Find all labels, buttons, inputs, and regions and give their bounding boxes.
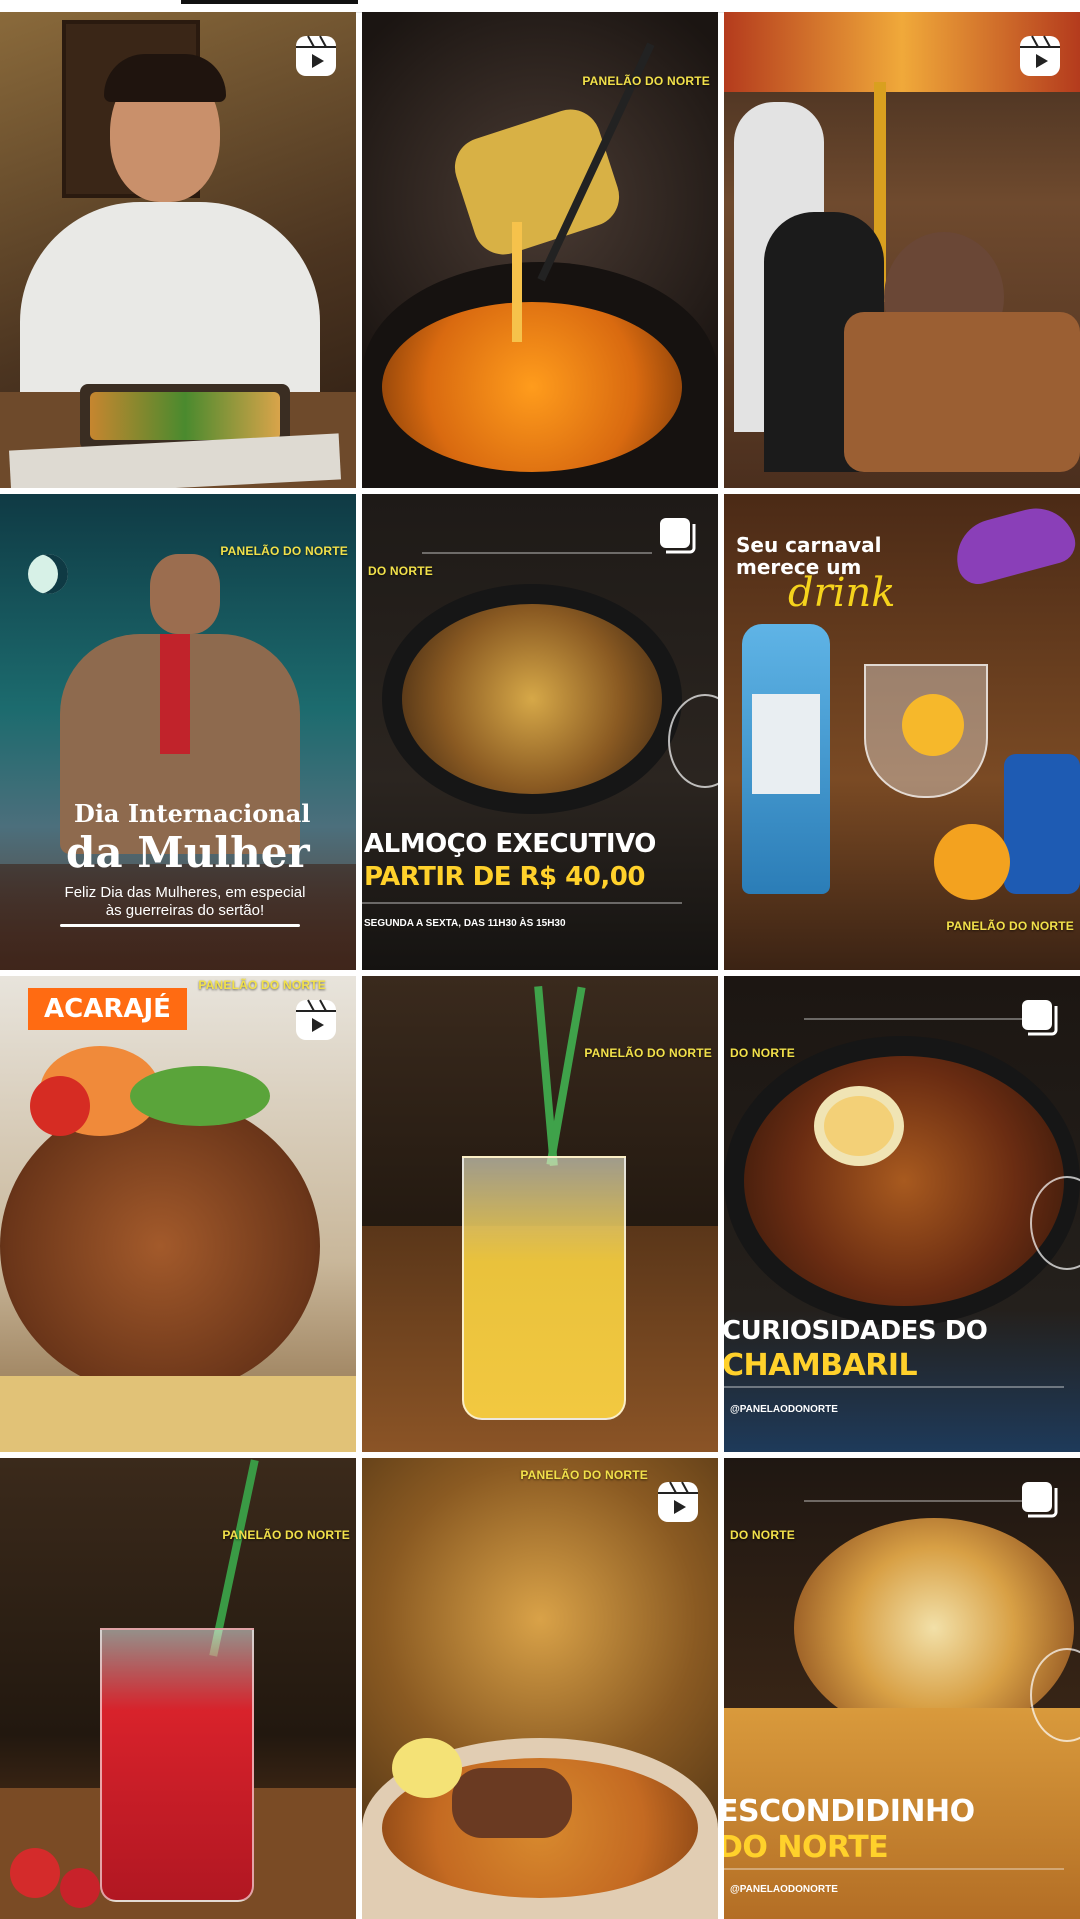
promo-headline-line2: PARTIR DE R$ 40,00	[364, 862, 645, 892]
brand-watermark: PANELÃO DO NORTE	[520, 1468, 648, 1482]
brand-watermark: DO NORTE	[730, 1528, 795, 1542]
promo-footer: SEGUNDA A SEXTA, DAS 11H30 ÀS 15H30	[364, 918, 566, 929]
carousel-icon	[656, 514, 700, 558]
grid-post-4[interactable]: PANELÃO DO NORTE Dia Internacional da Mu…	[0, 494, 356, 970]
post-subtitle: Feliz Dia das Mulheres, em especial às g…	[40, 884, 330, 920]
promo-headline-line1: ALMOÇO EXECUTIVO	[364, 829, 656, 859]
grid-post-10[interactable]: PANELÃO DO NORTE	[0, 1458, 356, 1919]
post-subtitle-line1: Feliz Dia das Mulheres, em especial	[64, 884, 306, 901]
active-tab-indicator	[181, 0, 358, 4]
brand-watermark: PANELÃO DO NORTE	[220, 544, 348, 558]
drink-caption-script: drink	[788, 570, 896, 616]
grid-post-1[interactable]	[0, 12, 356, 488]
drink-caption-line1: Seu carnaval	[736, 533, 882, 557]
grid-post-7[interactable]: ACARAJÉ PANELÃO DO NORTE	[0, 976, 356, 1452]
brand-watermark: DO NORTE	[730, 1046, 795, 1060]
post-title-line1: Dia Internacional	[74, 799, 311, 828]
grid-post-9[interactable]: DO NORTE CURIOSIDADES DO CHAMBARIL @PANE…	[724, 976, 1080, 1452]
brand-watermark: DO NORTE	[368, 564, 433, 578]
brand-watermark: PANELÃO DO NORTE	[198, 978, 326, 992]
account-handle: @PANELAODONORTE	[730, 1404, 838, 1415]
promo-headline-line1: CURIOSIDADES DO	[724, 1316, 988, 1346]
grid-post-3[interactable]	[724, 12, 1080, 488]
grid-post-8[interactable]: PANELÃO DO NORTE	[362, 976, 718, 1452]
grid-post-12[interactable]: DO NORTE ESCONDIDINHO DO NORTE @PANELAOD…	[724, 1458, 1080, 1919]
category-badge: ACARAJÉ	[28, 988, 187, 1030]
promo-headline-line2: CHAMBARIL	[724, 1348, 918, 1383]
account-handle: @PANELAODONORTE	[730, 1884, 838, 1895]
brand-watermark: PANELÃO DO NORTE	[222, 1528, 350, 1542]
brand-watermark: PANELÃO DO NORTE	[584, 1046, 712, 1060]
grid-post-11[interactable]: PANELÃO DO NORTE	[362, 1458, 718, 1919]
reels-icon	[656, 1480, 700, 1524]
grid-post-5[interactable]: DO NORTE ALMOÇO EXECUTIVO PARTIR DE R$ 4…	[362, 494, 718, 970]
reels-icon	[1018, 34, 1062, 78]
promo-headline-line2: DO NORTE	[724, 1830, 889, 1865]
post-subtitle-line2: às guerreiras do sertão!	[105, 902, 265, 919]
reels-icon	[294, 34, 338, 78]
carousel-icon	[1018, 996, 1062, 1040]
posts-grid: PANELÃO DO NORTE PANELÃO DO NORTE Dia In…	[0, 12, 1080, 1919]
promo-headline-line1: ESCONDIDINHO	[724, 1794, 975, 1829]
carousel-icon	[1018, 1478, 1062, 1522]
reels-icon	[294, 998, 338, 1042]
brand-watermark: PANELÃO DO NORTE	[582, 74, 710, 88]
brand-watermark: PANELÃO DO NORTE	[946, 919, 1074, 933]
grid-post-2[interactable]: PANELÃO DO NORTE	[362, 12, 718, 488]
grid-post-6[interactable]: Seu carnaval merece um drink PANELÃO DO …	[724, 494, 1080, 970]
post-title-line2: da Mulher	[66, 828, 310, 877]
